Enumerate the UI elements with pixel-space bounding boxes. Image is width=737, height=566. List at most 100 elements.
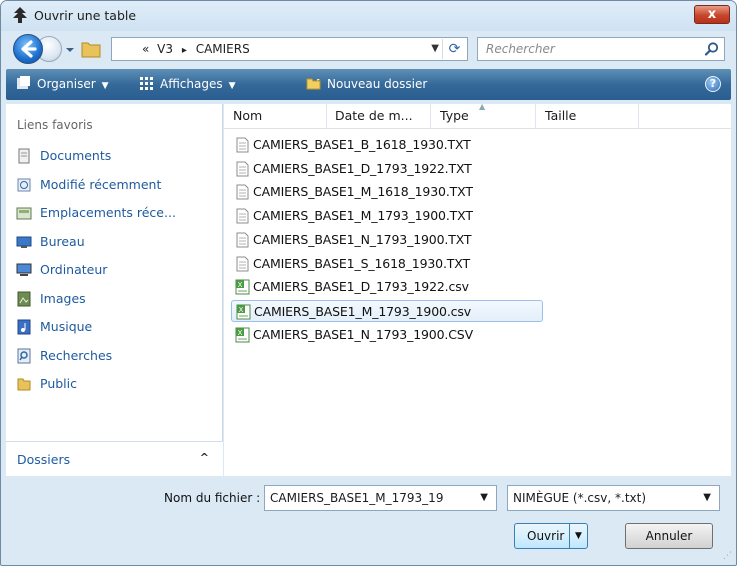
favorite-music[interactable]: Musique [13, 315, 218, 341]
music-icon [17, 319, 31, 335]
folders-label: Dossiers [17, 452, 71, 467]
filename-label: Nom du fichier : [164, 491, 261, 505]
favorite-searches[interactable]: Recherches [13, 344, 218, 370]
open-button[interactable]: Ouvrir ▼ [514, 523, 588, 549]
filename-input[interactable]: CAMIERS_BASE1_M_1793_19 [270, 491, 443, 505]
back-arrow-icon [21, 40, 37, 58]
recent-pages-chevron-icon[interactable] [65, 45, 75, 55]
public-folder-icon [17, 378, 31, 391]
file-row[interactable]: X CAMIERS_BASE1_D_1793_1922.csv [231, 276, 543, 298]
file-type-select[interactable]: NIMÈGUE (*.csv, *.txt) ▼ [507, 485, 720, 511]
filename-dropdown-icon[interactable]: ▼ [480, 492, 488, 503]
help-icon[interactable]: ? [705, 76, 721, 92]
text-file-icon [236, 208, 249, 224]
file-row[interactable]: CAMIERS_BASE1_N_1793_1900.TXT [231, 229, 543, 251]
csv-file-icon: X [235, 327, 250, 343]
favorites-title: Liens favoris [17, 118, 93, 132]
file-name: CAMIERS_BASE1_S_1618_1930.TXT [253, 255, 470, 271]
views-label: Affichages [160, 77, 223, 91]
column-divider[interactable] [430, 104, 431, 128]
file-type-value: NIMÈGUE (*.csv, *.txt) [513, 491, 647, 505]
folder-icon [81, 42, 101, 58]
favorite-computer[interactable]: Ordinateur [13, 258, 218, 284]
address-dropdown-icon[interactable]: ▼ [431, 43, 439, 54]
search-box[interactable]: Rechercher [477, 37, 725, 61]
recent-icon [17, 178, 31, 191]
chevron-up-icon[interactable]: ^ [200, 451, 209, 464]
file-row[interactable]: CAMIERS_BASE1_B_1618_1930.TXT [231, 134, 543, 156]
cancel-button[interactable]: Annuler [625, 523, 713, 549]
svg-text:X: X [239, 306, 244, 314]
favorites-pane: Liens favoris Documents Modifié récemment… [6, 104, 223, 444]
search-input[interactable]: Rechercher [486, 42, 555, 56]
address-bar[interactable]: « V3 ▸ CAMIERS ▼ ⟳ [111, 37, 468, 61]
column-header: Nom Date de m... Type ▲ Taille [224, 102, 731, 129]
column-divider[interactable] [535, 104, 536, 128]
file-name: CAMIERS_BASE1_M_1793_1900.TXT [253, 208, 473, 224]
filename-combobox[interactable]: CAMIERS_BASE1_M_1793_19 ▼ [264, 485, 497, 511]
favorite-desktop[interactable]: Bureau [13, 230, 218, 256]
pictures-icon [17, 291, 31, 306]
file-name: CAMIERS_BASE1_M_1618_1930.TXT [253, 184, 473, 200]
text-file-icon [236, 232, 249, 248]
favorite-label: Modifié récemment [40, 176, 162, 192]
documents-icon [18, 148, 30, 164]
text-file-icon [236, 161, 249, 177]
favorite-label: Musique [40, 319, 93, 334]
breadcrumb: « V3 ▸ CAMIERS [142, 42, 250, 56]
breadcrumb-overflow[interactable]: « [142, 42, 149, 56]
close-button[interactable]: x [694, 5, 730, 24]
new-folder-label: Nouveau dossier [327, 77, 428, 91]
column-size[interactable]: Taille [545, 108, 576, 123]
favorite-label: Emplacements réce... [40, 205, 176, 220]
svg-text:X: X [238, 329, 243, 337]
search-icon[interactable] [704, 41, 720, 57]
csv-file-icon: X [236, 304, 251, 320]
column-date[interactable]: Date de m... [335, 108, 413, 123]
searches-icon [17, 348, 31, 363]
recent-places-icon [16, 207, 32, 220]
back-button[interactable] [13, 34, 43, 64]
refresh-icon[interactable]: ⟳ [442, 39, 466, 59]
new-folder-button[interactable]: Nouveau dossier [306, 76, 427, 91]
views-menu[interactable]: Affichages ▼ [139, 76, 236, 91]
file-row[interactable]: CAMIERS_BASE1_M_1793_1900.TXT [231, 205, 543, 227]
open-options-dropdown-icon[interactable]: ▼ [569, 524, 587, 548]
favorite-recent[interactable]: Modifié récemment [13, 173, 218, 199]
favorite-pictures[interactable]: Images [13, 287, 218, 313]
text-file-icon [236, 256, 249, 271]
resize-grip-icon[interactable]: ⋰ [723, 551, 732, 561]
breadcrumb-separator[interactable]: ▸ [182, 45, 187, 56]
column-name[interactable]: Nom [233, 108, 262, 123]
open-table-dialog: Ouvrir une table x « V3 ▸ CAMIERS ▼ ⟳ Re… [0, 0, 737, 566]
file-row[interactable]: CAMIERS_BASE1_D_1793_1922.TXT [231, 158, 543, 180]
breadcrumb-item-v3[interactable]: V3 [157, 42, 173, 56]
file-row[interactable]: X CAMIERS_BASE1_M_1793_1900.csv [231, 299, 543, 322]
csv-file-icon: X [235, 279, 250, 295]
favorite-documents[interactable]: Documents [13, 144, 218, 170]
organise-menu[interactable]: Organiser ▼ [16, 76, 109, 91]
organise-chevron-icon: ▼ [101, 81, 109, 91]
column-type[interactable]: Type [440, 108, 469, 123]
column-divider[interactable] [326, 104, 327, 128]
file-name: CAMIERS_BASE1_M_1793_1900.csv [254, 303, 471, 319]
file-name: CAMIERS_BASE1_N_1793_1900.CSV [253, 326, 473, 342]
favorite-public-folder[interactable]: Public [13, 372, 218, 398]
favorite-label: Public [40, 376, 77, 391]
file-type-dropdown-icon[interactable]: ▼ [703, 492, 711, 503]
favorite-label: Images [40, 290, 86, 306]
app-tree-icon [13, 7, 27, 23]
favorite-label: Recherches [40, 347, 113, 363]
folders-toggle[interactable]: Dossiers ^ [6, 441, 223, 476]
favorite-recent-places[interactable]: Emplacements réce... [13, 201, 218, 227]
views-icon [140, 77, 153, 90]
file-row[interactable]: X CAMIERS_BASE1_N_1793_1900.CSV [231, 324, 543, 346]
column-divider[interactable] [638, 104, 639, 128]
computer-icon [16, 263, 32, 276]
breadcrumb-item-camiers[interactable]: CAMIERS [196, 42, 250, 56]
file-name: CAMIERS_BASE1_B_1618_1930.TXT [253, 137, 471, 152]
file-row[interactable]: CAMIERS_BASE1_M_1618_1930.TXT [231, 181, 543, 203]
file-name: CAMIERS_BASE1_D_1793_1922.TXT [253, 160, 472, 176]
file-row[interactable]: CAMIERS_BASE1_S_1618_1930.TXT [231, 253, 543, 275]
file-list-pane: Nom Date de m... Type ▲ Taille CAMIERS_B… [224, 102, 731, 476]
